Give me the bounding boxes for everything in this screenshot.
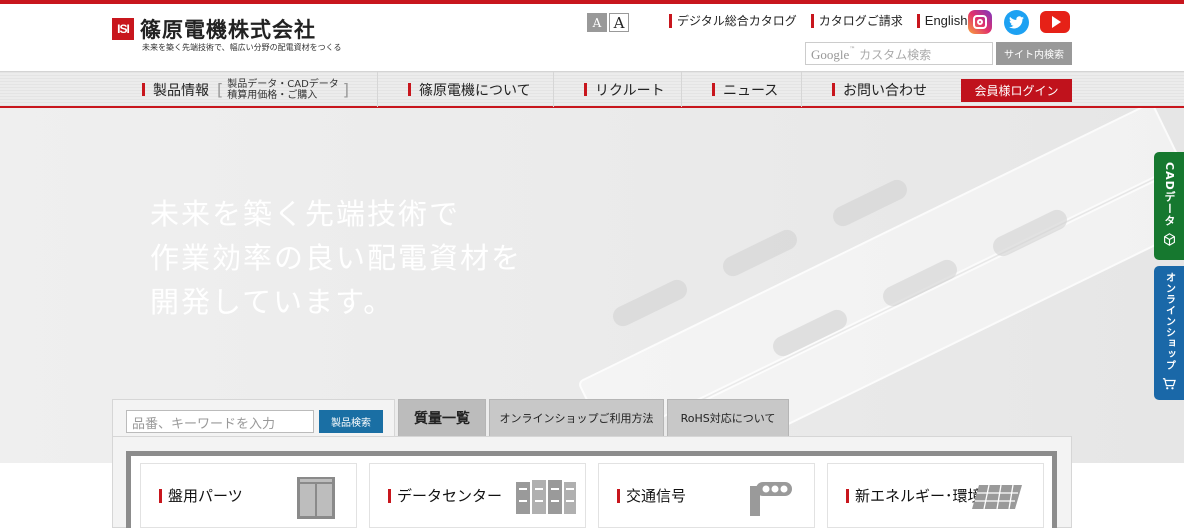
nav-marker [142,83,145,96]
nav-about[interactable]: 篠原電機について [378,72,554,107]
catalog-request-link[interactable]: カタログご請求 [810,14,903,28]
online-shop-label: オンラインショップ [1163,272,1175,371]
hero-line-2: 作業効率の良い配電資材を [150,241,523,275]
youtube-icon[interactable] [1040,11,1070,33]
hero-rail-slot [829,176,911,230]
category-panel-parts[interactable]: 盤用パーツ [140,463,357,528]
nav-products-label: 製品情報 [153,82,209,99]
nav-about-label: 篠原電機について [419,82,531,99]
nav-products[interactable]: 製品情報 [ 製品データ・CADデータ 積算用価格・ご購入 ] [112,72,378,107]
site-search-placeholder: カスタム検索 [859,48,932,62]
nav-news-label: ニュース [723,82,779,99]
tab-weight-list[interactable]: 質量一覧 [398,399,486,436]
digital-catalog-link[interactable]: デジタル総合カタログ [669,14,797,28]
hero-line-3: 開発しています。 [150,285,395,319]
category-label: 盤用パーツ [168,487,243,505]
hero-rail-slot [609,276,691,330]
solar-panel-icon [971,484,1023,514]
traffic-signal-icon [748,480,794,520]
category-label: 新エネルギー･環境 [855,487,983,505]
server-rack-icon [515,478,577,520]
cad-data-label: CADデータ [1163,162,1176,227]
site-search-input[interactable]: Google™ カスタム検索 [805,42,993,65]
hero-line-1: 未来を築く先端技術で [150,197,461,231]
tab-rohs[interactable]: RoHS対応について [667,399,789,436]
company-name: 篠原電機株式会社 [140,18,316,42]
category-marker [846,488,849,503]
nav-news[interactable]: ニュース [682,72,802,107]
nav-marker [584,83,587,96]
category-marker [617,488,620,503]
cabinet-icon [296,476,336,524]
category-marker [388,488,391,503]
category-new-energy[interactable]: 新エネルギー･環境 [827,463,1044,528]
product-search-input[interactable]: 品番、キーワードを入力 [126,410,314,433]
online-shop-side-tab[interactable]: オンラインショップ [1154,266,1184,400]
nav-contact-label: お問い合わせ [843,82,927,99]
top-accent-line [0,0,1184,4]
nav-marker [712,83,715,96]
nav-marker [408,83,411,96]
category-marker [159,488,162,503]
google-label: Google [811,47,850,62]
nav-products-sub: [ 製品データ・CADデータ 積算用価格・ご購入 ] [217,78,350,101]
nav-products-sub1: 製品データ・CADデータ [227,78,339,90]
company-logo[interactable]: ISI 篠原電機株式会社 [112,14,316,44]
category-label: 交通信号 [626,487,687,505]
twitter-icon[interactable] [1004,10,1029,35]
font-size-switch: A A [587,13,629,32]
member-login-button[interactable]: 会員様ログイン [961,79,1072,102]
font-small-button[interactable]: A [587,13,607,32]
nav-contact[interactable]: お問い合わせ [802,72,950,107]
instagram-icon[interactable] [968,10,992,34]
font-large-button[interactable]: A [609,13,629,32]
tab-online-shop-guide[interactable]: オンラインショップご利用方法 [489,399,664,436]
category-label: データセンター [397,487,503,505]
logo-mark: ISI [112,18,134,40]
hero-rail-slot [719,226,801,280]
utility-links: デジタル総合カタログ カタログご請求 English [669,14,967,28]
nav-marker [832,83,835,96]
nav-recruit-label: リクルート [595,82,665,99]
cube-icon [1163,233,1176,250]
nav-recruit[interactable]: リクルート [554,72,682,107]
cart-icon [1162,377,1176,394]
category-traffic-signal[interactable]: 交通信号 [598,463,815,528]
product-search-button[interactable]: 製品検索 [319,410,383,433]
english-link[interactable]: English [916,14,967,28]
cad-data-side-tab[interactable]: CADデータ [1154,152,1184,260]
tagline: 未来を築く先端技術で、幅広い分野の配電資材をつくる [142,43,342,52]
hero-headline: 未来を築く先端技術で 作業効率の良い配電資材を 開発しています。 [150,192,522,324]
nav-products-sub2: 積算用価格・ご購入 [227,89,318,101]
category-data-center[interactable]: データセンター [369,463,586,528]
global-nav: 製品情報 [ 製品データ・CADデータ 積算用価格・ご購入 ] 篠原電機について… [0,71,1184,108]
site-search-button[interactable]: サイト内検索 [996,42,1072,65]
